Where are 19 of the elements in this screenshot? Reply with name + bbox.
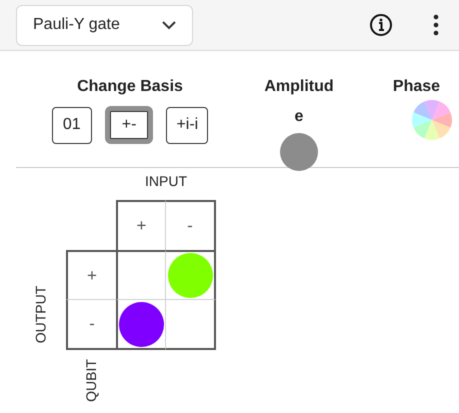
basis-button[interactable]: +-	[104, 106, 154, 144]
more-options-icon[interactable]	[433, 14, 439, 36]
info-icon[interactable]	[369, 13, 393, 37]
phase-title: Phase	[392, 77, 440, 97]
basis-button[interactable]: 01	[52, 106, 92, 144]
chevron-down-icon	[162, 20, 176, 30]
qubit-label: QUBIT	[82, 358, 100, 402]
amplitude-title: e	[294, 107, 304, 127]
gate-dropdown[interactable]: Pauli-Y gate	[16, 4, 193, 46]
column-header: -	[187, 215, 193, 238]
output-axis-label: OUTPUT	[32, 285, 50, 343]
input-axis-label: INPUT	[145, 172, 187, 191]
basis-button[interactable]: +i-i	[166, 106, 208, 144]
row-header: -	[89, 313, 95, 336]
column-header: +	[136, 215, 146, 238]
amplitude-title: Amplitud	[264, 77, 334, 97]
phase-wheel-drawing	[410, 99, 452, 141]
row-header: +	[87, 264, 97, 287]
change-basis-title: Change Basis	[77, 77, 183, 97]
